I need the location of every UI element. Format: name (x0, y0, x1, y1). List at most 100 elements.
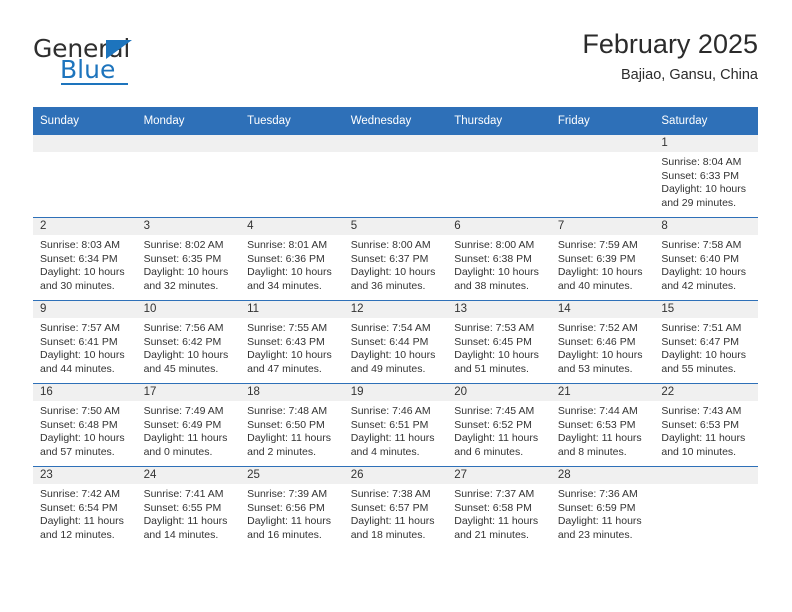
sunrise-text: Sunrise: 7:42 AM (40, 488, 120, 500)
daylight-text: Daylight: 10 hours and 55 minutes. (661, 349, 747, 375)
calendar-cell-day[interactable]: 12 Sunrise: 7:54 AM Sunset: 6:44 PM Dayligh… (343, 300, 448, 384)
day-details: Sunrise: 7:56 AM Sunset: 6:42 PM Daylight:… (137, 318, 241, 376)
sunset-text: Sunset: 6:54 PM (40, 501, 118, 514)
calendar-cell-day[interactable]: 25 Sunrise: 7:39 AM Sunset: 6:56 PM Dayligh… (240, 466, 344, 549)
day-number: 2 (33, 218, 137, 235)
calendar-cell-empty (33, 135, 137, 218)
sunrise-sunset-calendar-table: Sunday Monday Tuesday Wednesday Thursday… (33, 107, 758, 549)
day-details: Sunrise: 7:42 AM Sunset: 6:54 PM Daylight:… (33, 484, 137, 542)
daylight-text: Daylight: 10 hours and 45 minutes. (143, 349, 229, 375)
day-number: 23 (33, 467, 137, 484)
calendar-cell-day[interactable]: 14 Sunrise: 7:52 AM Sunset: 6:46 PM Dayligh… (550, 300, 655, 384)
sunset-text: Sunset: 6:51 PM (350, 418, 429, 431)
calendar-cell-day[interactable]: 19 Sunrise: 7:46 AM Sunset: 6:51 PM Dayligh… (343, 383, 448, 467)
day-details: Sunrise: 8:00 AM Sunset: 6:37 PM Daylight:… (344, 235, 448, 293)
sunrise-text: Sunrise: 7:44 AM (557, 405, 638, 417)
daylight-text: Daylight: 10 hours and 29 minutes. (661, 183, 747, 209)
sunset-text: Sunset: 6:38 PM (454, 252, 532, 265)
sunset-text: Sunset: 6:48 PM (40, 418, 118, 431)
logo-text-blue: Blue (60, 55, 116, 84)
calendar-cell-day[interactable]: 8 Sunrise: 7:58 AM Sunset: 6:40 PM Daylight… (654, 217, 758, 301)
calendar-cell-day[interactable]: 15 Sunrise: 7:51 AM Sunset: 6:47 PM Dayligh… (654, 300, 758, 384)
calendar-cell-day[interactable]: 28 Sunrise: 7:36 AM Sunset: 6:59 PM Dayligh… (550, 466, 655, 549)
calendar-cell-day[interactable]: 21 Sunrise: 7:44 AM Sunset: 6:53 PM Dayligh… (550, 383, 655, 467)
sunset-text: Sunset: 6:53 PM (661, 418, 740, 431)
daylight-text: Daylight: 11 hours and 18 minutes. (350, 515, 435, 541)
day-details: Sunrise: 7:38 AM Sunset: 6:57 PM Daylight:… (344, 484, 448, 542)
day-details: Sunrise: 7:37 AM Sunset: 6:58 PM Daylight:… (447, 484, 551, 542)
calendar-cell-day[interactable]: 27 Sunrise: 7:37 AM Sunset: 6:58 PM Dayligh… (447, 466, 551, 549)
day-details: Sunrise: 7:53 AM Sunset: 6:45 PM Daylight:… (447, 318, 551, 376)
day-number (33, 135, 137, 152)
daylight-text: Daylight: 11 hours and 21 minutes. (454, 515, 539, 541)
calendar-cell-day[interactable]: 2 Sunrise: 8:03 AM Sunset: 6:34 PM Daylight… (33, 217, 137, 301)
calendar-cell-day[interactable]: 23 Sunrise: 7:42 AM Sunset: 6:54 PM Dayligh… (33, 466, 137, 549)
calendar-cell-day[interactable]: 13 Sunrise: 7:53 AM Sunset: 6:45 PM Dayligh… (447, 300, 551, 384)
day-number: 1 (654, 135, 758, 152)
sunset-text: Sunset: 6:57 PM (350, 501, 429, 514)
day-details: Sunrise: 7:48 AM Sunset: 6:50 PM Daylight:… (240, 401, 344, 459)
day-number: 3 (136, 218, 241, 235)
daylight-text: Daylight: 10 hours and 57 minutes. (40, 432, 125, 458)
day-details: Sunrise: 7:59 AM Sunset: 6:39 PM Daylight:… (551, 235, 655, 293)
sunrise-text: Sunrise: 7:46 AM (350, 405, 431, 417)
sunset-text: Sunset: 6:41 PM (40, 335, 118, 348)
day-number: 5 (343, 218, 448, 235)
title-block: February 2025 Bajiao, Gansu, China (582, 28, 758, 84)
sunset-text: Sunset: 6:50 PM (247, 418, 325, 431)
sunrise-text: Sunrise: 7:58 AM (661, 239, 742, 251)
calendar-cell-day[interactable]: 4 Sunrise: 8:01 AM Sunset: 6:36 PM Daylight… (240, 217, 344, 301)
daylight-text: Daylight: 11 hours and 8 minutes. (557, 432, 642, 458)
calendar-cell-day[interactable]: 10 Sunrise: 7:56 AM Sunset: 6:42 PM Dayligh… (136, 300, 241, 384)
daylight-text: Daylight: 10 hours and 49 minutes. (350, 349, 436, 375)
sunset-text: Sunset: 6:44 PM (350, 335, 429, 348)
day-number: 12 (343, 301, 448, 318)
calendar-cell-day[interactable]: 9 Sunrise: 7:57 AM Sunset: 6:41 PM Daylight… (33, 300, 137, 384)
calendar-cell-day[interactable]: 6 Sunrise: 8:00 AM Sunset: 6:38 PM Daylight… (447, 217, 551, 301)
calendar-page: General Blue February 2025 Bajiao, Gansu… (0, 0, 792, 612)
weekday-header-monday: Monday (136, 107, 241, 135)
day-details: Sunrise: 7:44 AM Sunset: 6:53 PM Daylight:… (551, 401, 655, 459)
calendar-cell-day[interactable]: 5 Sunrise: 8:00 AM Sunset: 6:37 PM Daylight… (343, 217, 448, 301)
sunset-text: Sunset: 6:40 PM (661, 252, 740, 265)
calendar-cell-day[interactable]: 20 Sunrise: 7:45 AM Sunset: 6:52 PM Dayligh… (447, 383, 551, 467)
day-details: Sunrise: 7:43 AM Sunset: 6:53 PM Daylight:… (654, 401, 758, 459)
day-number: 17 (136, 384, 241, 401)
sunrise-text: Sunrise: 7:37 AM (454, 488, 535, 500)
calendar-week-row: 23 Sunrise: 7:42 AM Sunset: 6:54 PM Dayligh… (33, 466, 758, 549)
daylight-text: Daylight: 10 hours and 30 minutes. (40, 266, 125, 292)
calendar-cell-day[interactable]: 17 Sunrise: 7:49 AM Sunset: 6:49 PM Dayligh… (136, 383, 241, 467)
calendar-week-row: 2 Sunrise: 8:03 AM Sunset: 6:34 PM Daylight… (33, 217, 758, 301)
sunset-text: Sunset: 6:55 PM (143, 501, 222, 514)
day-details: Sunrise: 7:50 AM Sunset: 6:48 PM Daylight:… (33, 401, 137, 459)
weekday-header-thursday: Thursday (447, 107, 551, 135)
day-details: Sunrise: 8:04 AM Sunset: 6:33 PM Daylight:… (654, 152, 758, 210)
general-blue-logo[interactable]: General Blue (33, 36, 213, 92)
day-details: Sunrise: 7:51 AM Sunset: 6:47 PM Daylight:… (654, 318, 758, 376)
sunrise-text: Sunrise: 7:56 AM (143, 322, 224, 334)
sunrise-text: Sunrise: 7:51 AM (661, 322, 742, 334)
logo-underline (61, 83, 128, 85)
sunrise-text: Sunrise: 7:57 AM (40, 322, 120, 334)
calendar-cell-day[interactable]: 24 Sunrise: 7:41 AM Sunset: 6:55 PM Dayligh… (136, 466, 241, 549)
calendar-cell-day[interactable]: 3 Sunrise: 8:02 AM Sunset: 6:35 PM Daylight… (136, 217, 241, 301)
calendar-cell-day[interactable]: 7 Sunrise: 7:59 AM Sunset: 6:39 PM Daylight… (550, 217, 655, 301)
daylight-text: Daylight: 11 hours and 10 minutes. (661, 432, 746, 458)
weekday-header-tuesday: Tuesday (240, 107, 344, 135)
calendar-cell-day[interactable]: 16 Sunrise: 7:50 AM Sunset: 6:48 PM Dayligh… (33, 383, 137, 467)
sunrise-text: Sunrise: 7:52 AM (557, 322, 638, 334)
calendar-cell-day[interactable]: 26 Sunrise: 7:38 AM Sunset: 6:57 PM Dayligh… (343, 466, 448, 549)
daylight-text: Daylight: 11 hours and 4 minutes. (350, 432, 435, 458)
day-number: 8 (654, 218, 758, 235)
day-details: Sunrise: 7:58 AM Sunset: 6:40 PM Daylight:… (654, 235, 758, 293)
daylight-text: Daylight: 11 hours and 14 minutes. (143, 515, 228, 541)
daylight-text: Daylight: 10 hours and 42 minutes. (661, 266, 747, 292)
day-details: Sunrise: 8:01 AM Sunset: 6:36 PM Daylight:… (240, 235, 344, 293)
calendar-cell-day[interactable]: 11 Sunrise: 7:55 AM Sunset: 6:43 PM Dayligh… (240, 300, 344, 384)
calendar-cell-day[interactable]: 1 Sunrise: 8:04 AM Sunset: 6:33 PM Daylight… (654, 135, 758, 218)
calendar-cell-day[interactable]: 18 Sunrise: 7:48 AM Sunset: 6:50 PM Dayligh… (240, 383, 344, 467)
sunrise-text: Sunrise: 8:02 AM (143, 239, 224, 251)
calendar-cell-day[interactable]: 22 Sunrise: 7:43 AM Sunset: 6:53 PM Dayligh… (654, 383, 758, 467)
daylight-text: Daylight: 10 hours and 40 minutes. (557, 266, 643, 292)
day-number: 27 (447, 467, 551, 484)
